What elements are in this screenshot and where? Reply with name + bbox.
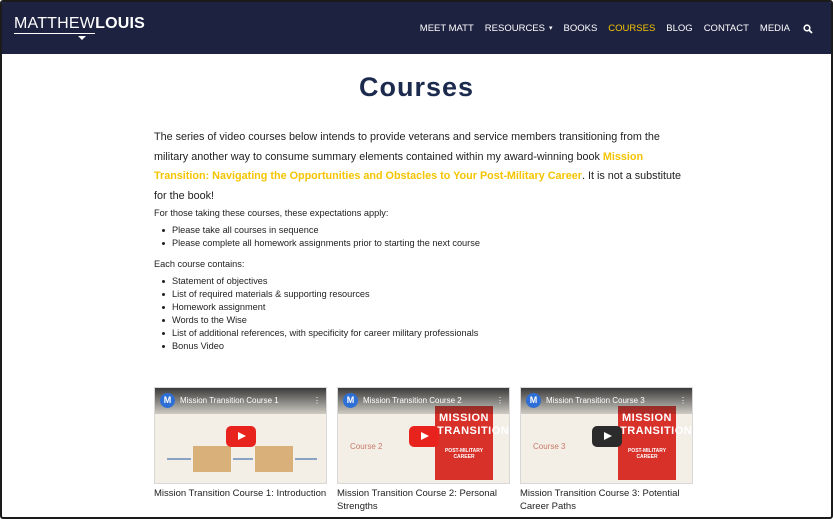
intro-paragraph: The series of video courses below intend… [154,128,694,206]
list-item: Bonus Video [154,340,694,353]
logo-first-name: MATTHEW [14,15,96,34]
play-button-icon[interactable] [409,426,439,447]
main-nav: MEET MATT RESOURCES ▾ BOOKS COURSES BLOG … [409,23,813,34]
page-title: Courses [358,72,475,102]
contains-heading: Each course contains: [154,259,245,269]
main-content: The series of video courses below intend… [154,128,694,353]
course-label: Course 3 [533,442,566,451]
video-thumbnail[interactable]: MISSION TRANSITION POST-MILITARY CAREER … [520,387,693,484]
course-label: Course 2 [350,442,383,451]
video-thumbnail[interactable]: MISSION TRANSITION POST-MILITARY CAREER … [337,387,510,484]
video-thumb-title[interactable]: Mission Transition Course 3 [546,396,645,405]
logo-last-name: LOUIS [95,15,145,32]
list-item: List of required materials & supporting … [154,288,694,301]
chevron-down-icon: ▾ [548,25,553,32]
list-item: Statement of objectives [154,275,694,288]
site-logo[interactable]: MATTHEWLOUIS [14,15,145,40]
nav-item-media[interactable]: MEDIA [760,23,790,34]
channel-avatar[interactable]: M [343,393,358,408]
more-options-icon[interactable]: ⋮ [313,396,321,405]
video-thumb-title[interactable]: Mission Transition Course 1 [180,396,279,405]
book-cover-image: MISSION TRANSITION POST-MILITARY CAREER [435,406,510,480]
video-card-course-3: MISSION TRANSITION POST-MILITARY CAREER … [520,387,693,513]
search-icon[interactable] [803,23,813,34]
more-options-icon[interactable]: ⋮ [679,396,687,405]
intro-text: The series of video courses below intend… [154,131,660,163]
video-caption[interactable]: Mission Transition Course 2: Personal St… [337,488,510,513]
list-item: Please complete all homework assignments… [154,237,694,250]
nav-item-meet-matt[interactable]: MEET MATT [420,23,474,34]
book-cover-word2: TRANSITION [620,425,693,437]
video-caption[interactable]: Mission Transition Course 1: Introductio… [154,488,327,501]
expectations-list: Please take all courses in sequence Plea… [154,224,694,250]
list-item: List of additional references, with spec… [154,327,694,340]
nav-item-contact[interactable]: CONTACT [704,23,749,34]
nav-item-blog[interactable]: BLOG [666,23,692,34]
channel-avatar[interactable]: M [526,393,541,408]
book-cover-word2: TRANSITION [437,425,510,437]
site-header: MATTHEWLOUIS MEET MATT RESOURCES ▾ BOOKS … [2,2,831,54]
play-button-icon[interactable] [592,426,622,447]
nav-item-resources[interactable]: RESOURCES ▾ [485,23,553,34]
video-card-course-2: MISSION TRANSITION POST-MILITARY CAREER … [337,387,510,513]
list-item: Homework assignment [154,301,694,314]
expectations-heading: For those taking these courses, these ex… [154,208,389,218]
channel-avatar[interactable]: M [160,393,175,408]
browser-page: MATTHEWLOUIS MEET MATT RESOURCES ▾ BOOKS … [0,0,833,519]
logo-tick-mark [78,36,86,40]
video-caption[interactable]: Mission Transition Course 3: Potential C… [520,488,693,513]
nav-item-resources-label: RESOURCES [484,23,545,34]
more-options-icon[interactable]: ⋮ [496,396,504,405]
list-item: Words to the Wise [154,314,694,327]
video-thumbnail[interactable]: M Mission Transition Course 1 ⋮ [154,387,327,484]
book-cover-word3: POST-MILITARY CAREER [444,448,484,460]
play-button-icon[interactable] [226,426,256,447]
nav-item-books[interactable]: BOOKS [564,23,598,34]
video-card-course-1: M Mission Transition Course 1 ⋮ Mission … [154,387,327,501]
nav-item-courses[interactable]: COURSES [608,23,655,34]
list-item: Please take all courses in sequence [154,224,694,237]
video-thumb-title[interactable]: Mission Transition Course 2 [363,396,462,405]
contains-list: Statement of objectives List of required… [154,275,694,353]
book-cover-word3: POST-MILITARY CAREER [627,448,667,460]
book-cover-image: MISSION TRANSITION POST-MILITARY CAREER [618,406,693,480]
